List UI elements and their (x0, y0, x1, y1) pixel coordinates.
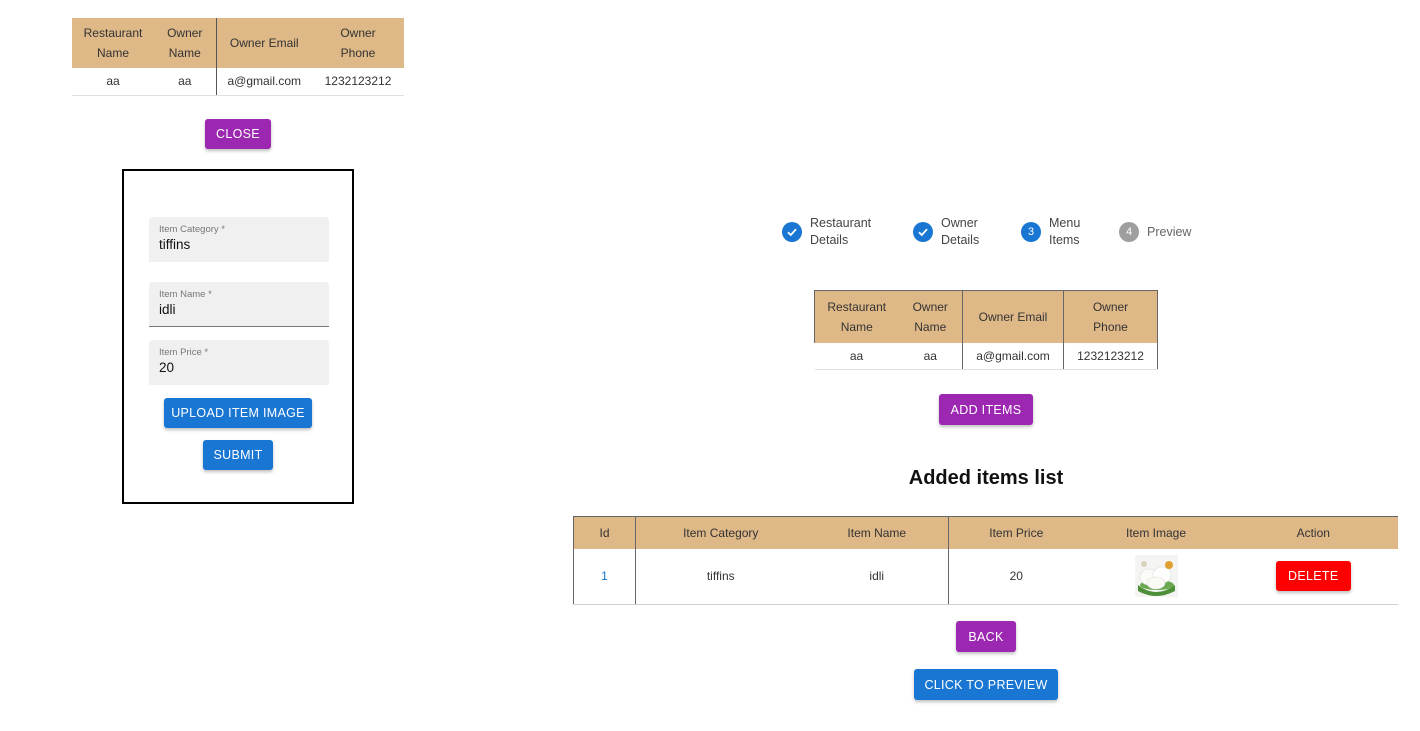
step-label: Owner Details (941, 216, 980, 247)
item-name-field[interactable]: Item Name * idli (149, 282, 329, 327)
header-item-image: Item Image (1083, 516, 1229, 549)
header-item-category: Item Category (635, 516, 806, 549)
header-action: Action (1228, 516, 1398, 549)
step-restaurant-details[interactable]: Restaurant Details (782, 215, 880, 249)
cell-restaurant-name: aa (814, 342, 899, 370)
cell-owner-phone: 1232123212 (312, 68, 404, 96)
header-owner-email: Owner Email (962, 290, 1064, 343)
back-button[interactable]: BACK (956, 621, 1016, 652)
cell-id: 1 (573, 548, 636, 605)
table-header-row: Restaurant Name Owner Name Owner Email O… (814, 290, 1158, 343)
add-items-button[interactable]: ADD ITEMS (939, 394, 1033, 425)
item-price-field[interactable]: Item Price * 20 (149, 340, 329, 385)
header-item-price: Item Price (948, 516, 1084, 549)
header-owner-email: Owner Email (215, 18, 312, 68)
owner-details-table: Restaurant Name Owner Name Owner Email O… (72, 18, 404, 96)
cell-action: DELETE (1228, 548, 1398, 605)
added-items-table: Id Item Category Item Name Item Price It… (573, 516, 1398, 605)
cell-owner-phone: 1232123212 (1063, 342, 1158, 370)
table-row: aa aa a@gmail.com 1232123212 (72, 68, 404, 96)
owner-details-summary-table: Restaurant Name Owner Name Owner Email O… (814, 290, 1158, 370)
header-owner-name: Owner Name (154, 18, 216, 68)
step-owner-details[interactable]: Owner Details (913, 215, 986, 249)
cell-item-price: 20 (948, 548, 1084, 605)
upload-item-image-button[interactable]: UPLOAD ITEM IMAGE (164, 398, 312, 428)
step-label: Menu Items (1049, 216, 1081, 247)
add-item-form: Item Category * tiffins Item Name * idli… (122, 169, 354, 504)
item-name-value[interactable]: idli (159, 302, 176, 317)
item-category-label: Item Category * (159, 224, 225, 235)
step-menu-items[interactable]: 3 Menu Items (1021, 215, 1089, 249)
cell-item-name: idli (805, 548, 949, 605)
check-icon (913, 222, 933, 242)
header-restaurant-name: Restaurant Name (72, 18, 154, 68)
cell-owner-email: a@gmail.com (962, 342, 1064, 370)
click-to-preview-button[interactable]: CLICK TO PREVIEW (914, 669, 1058, 700)
step-label: Restaurant Details (810, 216, 872, 247)
submit-button[interactable]: SUBMIT (203, 440, 273, 470)
delete-button[interactable]: DELETE (1275, 561, 1351, 592)
item-name-label: Item Name * (159, 289, 212, 300)
cell-owner-name: aa (154, 68, 216, 96)
header-restaurant-name: Restaurant Name (814, 290, 899, 343)
check-icon (782, 222, 802, 242)
item-category-value[interactable]: tiffins (159, 237, 190, 252)
item-category-field[interactable]: Item Category * tiffins (149, 217, 329, 262)
table-header-row: Id Item Category Item Name Item Price It… (573, 516, 1398, 549)
step-label: Preview (1147, 224, 1192, 239)
cell-owner-name: aa (898, 342, 963, 370)
step-number-3: 3 (1021, 222, 1041, 242)
header-owner-phone: Owner Phone (1063, 290, 1158, 343)
table-row: 1 tiffins idli 20 DELETE (573, 548, 1398, 605)
item-price-value[interactable]: 20 (159, 360, 174, 375)
step-preview[interactable]: 4 Preview (1119, 215, 1207, 249)
cell-owner-email: a@gmail.com (215, 68, 312, 96)
cell-item-image (1083, 548, 1229, 605)
cell-item-category: tiffins (635, 548, 806, 605)
table-row: aa aa a@gmail.com 1232123212 (814, 342, 1158, 370)
table-header-row: Restaurant Name Owner Name Owner Email O… (72, 18, 404, 68)
header-owner-phone: Owner Phone (312, 18, 404, 68)
cell-restaurant-name: aa (72, 68, 154, 96)
item-price-label: Item Price * (159, 347, 209, 358)
header-item-name: Item Name (805, 516, 949, 549)
idli-image (1134, 555, 1178, 598)
step-number-4: 4 (1119, 222, 1139, 242)
header-id: Id (573, 516, 636, 549)
close-button[interactable]: CLOSE (205, 119, 271, 149)
added-items-title: Added items list (908, 467, 1064, 489)
header-owner-name: Owner Name (898, 290, 963, 343)
